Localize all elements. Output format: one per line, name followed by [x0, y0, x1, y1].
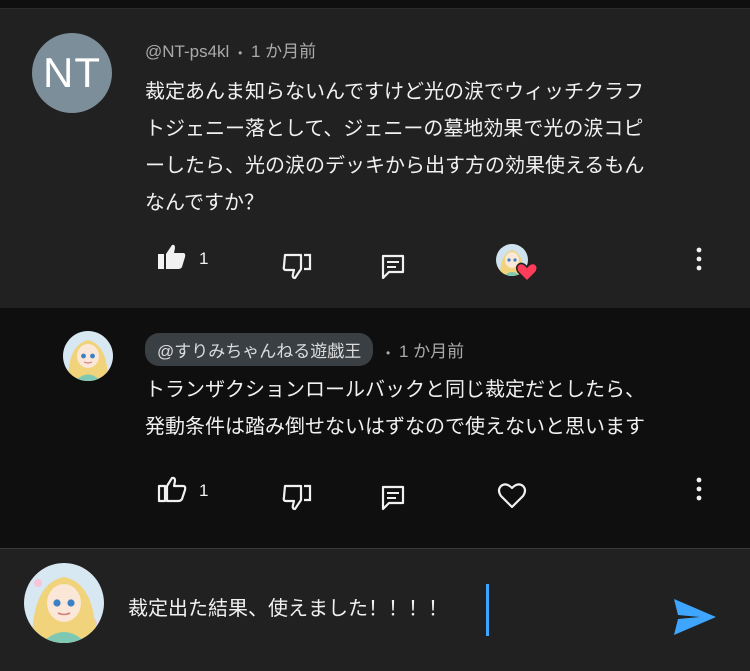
comment-text: 裁定あんま知らないんですけど光の涙でウィッチクラフ トジェニー落として、ジェニー… [145, 73, 725, 221]
like-count: 1 [199, 249, 209, 268]
more-options-button[interactable] [689, 476, 709, 506]
reply-icon [381, 485, 405, 515]
thumbs-down-icon [282, 252, 312, 284]
user-avatar [24, 563, 104, 643]
comment-card: NT @NT-ps4kl • 1 か月前 裁定あんま知らないんですけど光の涙でウ… [0, 9, 750, 308]
reply-card: @すりみちゃんねる遊戯王 • 1 か月前 トランザクションロールバックと同じ裁定… [0, 308, 750, 548]
reply-button[interactable] [381, 485, 405, 515]
reply-button[interactable] [381, 254, 405, 284]
meta-separator: • [386, 346, 391, 360]
meta-separator: • [238, 46, 243, 60]
thumbs-down-icon [282, 483, 312, 515]
comment-author[interactable]: @NT-ps4kl [145, 42, 229, 61]
reply-icon [381, 254, 405, 284]
send-icon [672, 597, 718, 641]
reply-time[interactable]: 1 か月前 [399, 342, 464, 361]
dislike-button[interactable] [282, 252, 312, 284]
text-cursor [486, 584, 489, 636]
reply-text: トランザクションロールバックと同じ裁定だとしたら、 発動条件は踏み倒せないはずな… [145, 371, 725, 445]
comment-line: 裁定あんま知らないんですけど光の涙でウィッチクラフ [145, 79, 644, 103]
comment-meta: @NT-ps4kl • 1 か月前 [145, 37, 316, 62]
like-count: 1 [199, 481, 209, 500]
reply-composer: 裁定出た結果、使えました！！！！ [0, 548, 750, 671]
comment-line: トジェニー落として、ジェニーの墓地効果で光の涙コピ [145, 116, 644, 140]
reply-line: 発動条件は踏み倒せないはずなので使えないと思います [145, 414, 645, 438]
reply-input[interactable]: 裁定出た結果、使えました！！！！ [128, 593, 448, 623]
more-vertical-icon [689, 246, 709, 276]
like-button[interactable]: 1 [157, 475, 208, 507]
avatar[interactable]: NT [32, 33, 112, 113]
comment-time[interactable]: 1 か月前 [251, 42, 316, 61]
avatar[interactable] [63, 331, 113, 381]
reply-meta: @すりみちゃんねる遊戯王 • 1 か月前 [145, 333, 464, 366]
user-avatar-image [24, 563, 104, 643]
heart-outline-icon [497, 481, 527, 513]
avatar-image [63, 331, 113, 381]
like-button[interactable]: 1 [157, 243, 208, 275]
more-vertical-icon [689, 476, 709, 506]
comment-line: なんですか？ [145, 190, 264, 214]
comment-line: ーしたら、光の涙のデッキから出す方の効果使えるもん [145, 153, 645, 177]
reply-author-chip[interactable]: @すりみちゃんねる遊戯王 [145, 333, 374, 366]
creator-heart-icon [515, 262, 539, 286]
reply-line: トランザクションロールバックと同じ裁定だとしたら、 [145, 377, 645, 401]
dislike-button[interactable] [282, 483, 312, 515]
thumbs-up-icon [157, 475, 187, 507]
send-button[interactable] [672, 597, 718, 641]
more-options-button[interactable] [689, 246, 709, 276]
heart-button[interactable] [497, 481, 527, 513]
top-divider [0, 0, 750, 9]
thumbs-up-icon [157, 243, 187, 275]
